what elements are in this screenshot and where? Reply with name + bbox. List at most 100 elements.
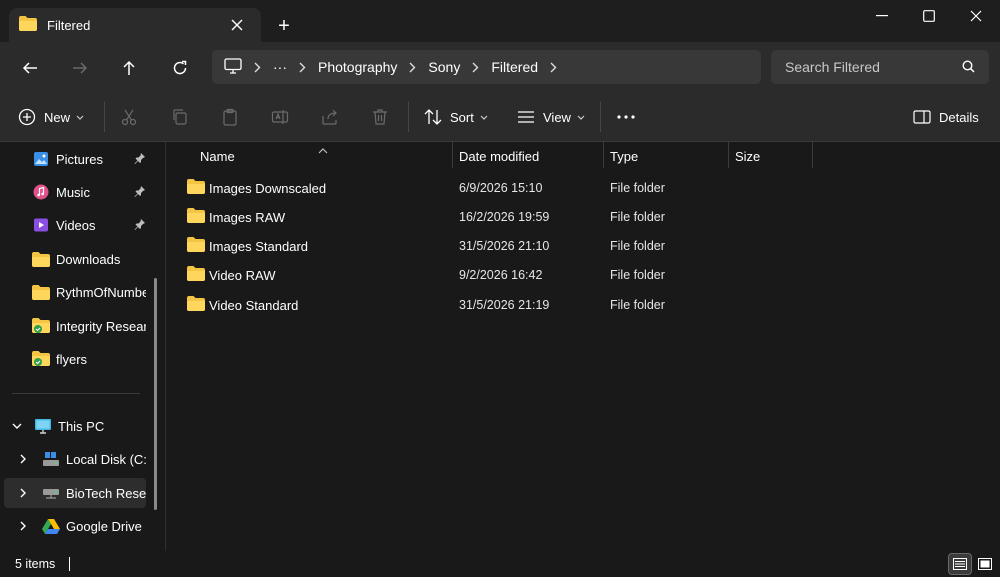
sidebar-item-local-disk[interactable]: Local Disk (C:)	[18, 444, 146, 474]
paste-button[interactable]	[221, 104, 239, 130]
sidebar-item-label: Local Disk (C:)	[66, 451, 146, 467]
sidebar-item-music[interactable]: Music	[32, 177, 146, 207]
folder-icon	[32, 250, 50, 268]
file-row[interactable]: Images Standard 31/5/2026 21:10 File fol…	[175, 231, 975, 260]
file-type: File folder	[610, 268, 665, 282]
more-icon	[617, 115, 635, 119]
new-button[interactable]: New	[18, 104, 84, 130]
sidebar-item-biotech-research[interactable]: BioTech Research	[4, 478, 146, 508]
minimize-button[interactable]	[858, 0, 906, 32]
rename-icon	[271, 110, 289, 124]
breadcrumb-overflow[interactable]: ···	[273, 59, 287, 75]
breadcrumb-photography[interactable]: Photography	[318, 59, 397, 75]
chevron-right-icon[interactable]	[254, 62, 261, 73]
tiles-view-button[interactable]	[974, 554, 996, 574]
column-divider[interactable]	[812, 142, 813, 168]
pin-icon[interactable]	[134, 218, 146, 233]
chevron-right-icon[interactable]	[18, 484, 28, 502]
shared-folder-icon	[32, 317, 50, 335]
file-row[interactable]: Images RAW 16/2/2026 19:59 File folder	[175, 202, 975, 231]
pin-icon[interactable]	[134, 185, 146, 200]
sort-label: Sort	[450, 109, 474, 125]
column-header-date[interactable]: Date modified	[459, 142, 539, 170]
delete-button[interactable]	[371, 104, 389, 130]
clipboard-icon	[223, 108, 237, 126]
sidebar-item-label: Pictures	[56, 151, 103, 167]
chevron-down-icon	[76, 115, 84, 120]
arrow-right-icon	[73, 62, 88, 74]
sort-button[interactable]: Sort	[424, 104, 488, 130]
new-tab-button[interactable]: +	[272, 14, 296, 38]
up-button[interactable]	[116, 55, 142, 81]
navigation-bar: ··· Photography Sony Filtered	[0, 42, 1000, 92]
copy-button[interactable]	[171, 104, 189, 130]
file-list: Name Date modified Type Size Images Down…	[167, 142, 1000, 551]
sidebar-item-this-pc[interactable]: This PC	[10, 411, 146, 441]
rename-button[interactable]	[271, 104, 289, 130]
file-row[interactable]: Images Downscaled 6/9/2026 15:10 File fo…	[175, 173, 975, 202]
column-header-name[interactable]: Name	[200, 142, 235, 170]
sidebar-item-downloads[interactable]: Downloads	[32, 244, 146, 274]
close-window-button[interactable]	[952, 0, 1000, 32]
forward-button[interactable]	[67, 55, 93, 81]
chevron-down-icon	[480, 115, 488, 120]
view-button[interactable]: View	[517, 104, 585, 130]
sidebar-item-rythmofnumbers[interactable]: RythmOfNumbers	[32, 277, 146, 307]
tab-filtered[interactable]: Filtered	[9, 8, 261, 42]
command-bar: New Sort View Details	[0, 92, 1000, 142]
column-header-size[interactable]: Size	[735, 142, 760, 170]
details-view-button[interactable]	[948, 553, 972, 575]
monitor-icon[interactable]	[224, 57, 242, 77]
sidebar-item-videos[interactable]: Videos	[32, 210, 146, 240]
share-icon	[322, 109, 337, 125]
refresh-icon	[173, 60, 187, 75]
file-row[interactable]: Video RAW 9/2/2026 16:42 File folder	[175, 260, 975, 289]
share-button[interactable]	[321, 104, 339, 130]
pictures-icon	[32, 150, 50, 168]
chevron-right-icon[interactable]	[550, 62, 557, 73]
chevron-right-icon[interactable]	[409, 62, 416, 73]
file-date: 31/5/2026 21:19	[459, 298, 550, 312]
details-pane-button[interactable]: Details	[913, 104, 979, 130]
file-date: 6/9/2026 15:10	[459, 181, 543, 195]
plus-circle-icon	[18, 108, 36, 126]
cut-button[interactable]	[120, 104, 138, 130]
column-divider[interactable]	[728, 142, 729, 168]
search-icon[interactable]	[962, 60, 975, 76]
back-button[interactable]	[17, 55, 43, 81]
file-date: 9/2/2026 16:42	[459, 268, 543, 282]
chevron-right-icon[interactable]	[18, 450, 28, 468]
title-bar: Filtered +	[0, 0, 1000, 42]
navigation-pane: Pictures Music Videos Downloads RythmOfN…	[0, 142, 166, 551]
breadcrumb-filtered[interactable]: Filtered	[491, 59, 538, 75]
sidebar-item-flyers[interactable]: flyers	[32, 344, 146, 374]
sidebar-item-google-drive[interactable]: Google Drive (G:)	[18, 511, 146, 541]
sidebar-scrollbar[interactable]	[154, 278, 157, 510]
address-bar[interactable]: ··· Photography Sony Filtered	[212, 50, 761, 84]
details-label: Details	[939, 109, 979, 125]
column-header-type[interactable]: Type	[610, 142, 638, 170]
close-tab-icon[interactable]	[227, 15, 247, 35]
sort-icon	[424, 109, 442, 125]
search-box[interactable]	[771, 50, 989, 84]
search-input[interactable]	[785, 59, 955, 75]
sidebar-item-label: Videos	[56, 217, 96, 233]
column-divider[interactable]	[603, 142, 604, 168]
chevron-right-icon[interactable]	[299, 62, 306, 73]
breadcrumb-sony[interactable]: Sony	[428, 59, 460, 75]
sidebar-item-label: This PC	[58, 418, 105, 434]
maximize-button[interactable]	[905, 0, 953, 32]
column-divider[interactable]	[452, 142, 453, 168]
chevron-right-icon[interactable]	[472, 62, 479, 73]
sidebar-item-integrity-research[interactable]: Integrity Research	[32, 311, 146, 341]
sidebar-item-pictures[interactable]: Pictures	[32, 144, 146, 174]
details-view-icon	[953, 558, 967, 570]
chevron-right-icon[interactable]	[18, 517, 28, 535]
pin-icon[interactable]	[134, 152, 146, 167]
scissors-icon	[121, 109, 137, 126]
file-row[interactable]: Video Standard 31/5/2026 21:19 File fold…	[175, 290, 975, 319]
chevron-down-icon[interactable]	[10, 417, 24, 435]
more-options-button[interactable]	[616, 104, 636, 130]
refresh-button[interactable]	[167, 55, 193, 81]
google-drive-icon	[42, 517, 60, 535]
